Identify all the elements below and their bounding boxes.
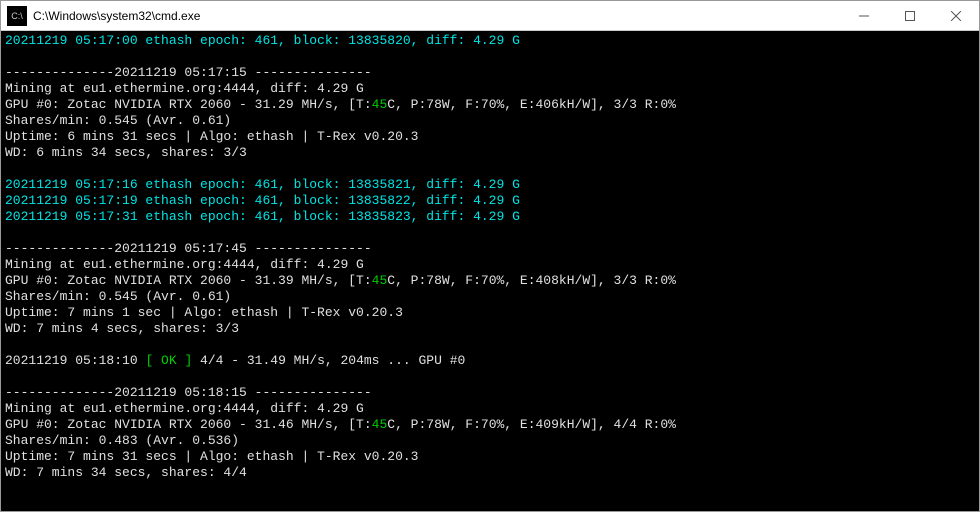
maximize-button[interactable] — [887, 1, 933, 30]
epoch-line: 20211219 05:17:16 ethash epoch: 461, blo… — [5, 177, 520, 192]
separator: --------------20211219 05:17:45 --------… — [5, 241, 372, 256]
gpu-line: GPU #0: Zotac NVIDIA RTX 2060 - 31.29 MH… — [5, 97, 676, 112]
share-accepted-line: 20211219 05:18:10 [ OK ] 4/4 - 31.49 MH/… — [5, 353, 465, 368]
minimize-icon — [859, 11, 869, 21]
mining-line: Mining at eu1.ethermine.org:4444, diff: … — [5, 401, 364, 416]
gpu-line: GPU #0: Zotac NVIDIA RTX 2060 - 31.46 MH… — [5, 417, 676, 432]
cmd-icon: C:\ — [7, 6, 27, 26]
window-controls — [841, 1, 979, 30]
mining-line: Mining at eu1.ethermine.org:4444, diff: … — [5, 81, 364, 96]
wd-line: WD: 7 mins 34 secs, shares: 4/4 — [5, 465, 247, 480]
gpu-temp: 45 — [372, 273, 388, 288]
separator: --------------20211219 05:17:15 --------… — [5, 65, 372, 80]
wd-line: WD: 6 mins 34 secs, shares: 3/3 — [5, 145, 247, 160]
window-title: C:\Windows\system32\cmd.exe — [33, 9, 841, 23]
uptime-line: Uptime: 7 mins 31 secs | Algo: ethash | … — [5, 449, 418, 464]
shares-line: Shares/min: 0.545 (Avr. 0.61) — [5, 289, 231, 304]
titlebar[interactable]: C:\ C:\Windows\system32\cmd.exe — [1, 1, 979, 31]
cmd-window: C:\ C:\Windows\system32\cmd.exe 20211219… — [0, 0, 980, 512]
wd-line: WD: 7 mins 4 secs, shares: 3/3 — [5, 321, 239, 336]
shares-line: Shares/min: 0.483 (Avr. 0.536) — [5, 433, 239, 448]
gpu-line: GPU #0: Zotac NVIDIA RTX 2060 - 31.39 MH… — [5, 273, 676, 288]
gpu-temp: 45 — [372, 417, 388, 432]
shares-line: Shares/min: 0.545 (Avr. 0.61) — [5, 113, 231, 128]
ok-badge: [ OK ] — [145, 353, 192, 368]
separator: --------------20211219 05:18:15 --------… — [5, 385, 372, 400]
minimize-button[interactable] — [841, 1, 887, 30]
maximize-icon — [905, 11, 915, 21]
close-icon — [951, 11, 961, 21]
epoch-line: 20211219 05:17:31 ethash epoch: 461, blo… — [5, 209, 520, 224]
epoch-line: 20211219 05:17:19 ethash epoch: 461, blo… — [5, 193, 520, 208]
uptime-line: Uptime: 6 mins 31 secs | Algo: ethash | … — [5, 129, 418, 144]
gpu-temp: 45 — [372, 97, 388, 112]
console-output[interactable]: 20211219 05:17:00 ethash epoch: 461, blo… — [1, 31, 979, 511]
uptime-line: Uptime: 7 mins 1 sec | Algo: ethash | T-… — [5, 305, 403, 320]
close-button[interactable] — [933, 1, 979, 30]
mining-line: Mining at eu1.ethermine.org:4444, diff: … — [5, 257, 364, 272]
epoch-line: 20211219 05:17:00 ethash epoch: 461, blo… — [5, 33, 520, 48]
